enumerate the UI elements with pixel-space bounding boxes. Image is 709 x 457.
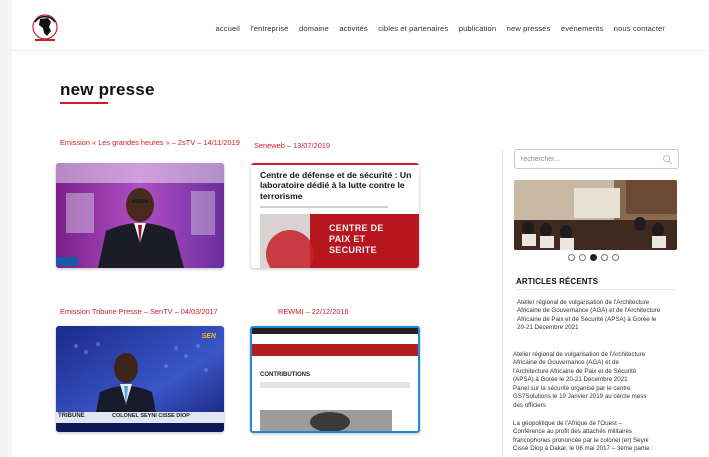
site-menubar: [252, 344, 418, 356]
lower-third-ticker: COLONEL SEYNI CISSE DIOP: [112, 413, 190, 419]
card-caption-2stv[interactable]: Emission « Les grandes heures » – 2sTV –…: [60, 138, 240, 147]
sign-text: CENTRE DE PAIX ET SECURITE: [329, 223, 419, 256]
nav-activites[interactable]: activités: [339, 24, 367, 33]
recent-article-1[interactable]: Atelier régional de vulgarisation de l'A…: [517, 299, 687, 333]
nav-evenements[interactable]: evenements: [561, 24, 603, 33]
article-thumbnail-rewmi[interactable]: CONTRIBUTIONS: [250, 326, 420, 433]
recent-article-1-line-2: Africaine de Gouvernance (AGA) et de l'A…: [517, 307, 661, 315]
video-thumbnail-2stv[interactable]: [56, 163, 224, 268]
recent-article-1-line-4: 20-21 Décembre 2021: [517, 324, 579, 332]
header-divider: [12, 50, 709, 51]
sidebar-divider: [502, 150, 503, 457]
site-logo[interactable]: [29, 13, 69, 45]
article-headline: Centre de défense et de sécurité : Un la…: [260, 170, 412, 201]
lower-third-label: TRIBUNE: [58, 413, 85, 419]
nav-entreprise[interactable]: l'entreprise: [250, 24, 288, 33]
nav-publication[interactable]: publication: [459, 24, 496, 33]
search-input[interactable]: [521, 153, 656, 166]
search-icon[interactable]: [662, 154, 673, 165]
sign-line-3: SECURITE: [329, 245, 377, 255]
nav-nous-contacter[interactable]: nous contacter: [614, 24, 665, 33]
article-thumbnail-seneweb[interactable]: Centre de défense et de sécurité : Un la…: [251, 163, 419, 268]
slider-dots: [568, 254, 619, 261]
section-heading: CONTRIBUTIONS: [260, 372, 310, 378]
recent-article-2-line-3: l'Architecture Africaine de Paix et de S…: [513, 367, 637, 375]
recent-article-3[interactable]: Panel sur la sécurité organisé par le ce…: [513, 385, 683, 410]
recent-article-2-line-1: Atelier régional de vulgarisation de l'A…: [513, 351, 646, 358]
recent-articles-heading: ARTICLES RÉCENTS: [516, 277, 599, 286]
card-caption-sentv[interactable]: Emission Tribune Presse – SenTV – 04/03/…: [60, 307, 218, 316]
byline-line: [260, 206, 388, 208]
image-slider[interactable]: [514, 180, 677, 250]
nav-new-presses[interactable]: new presses: [507, 24, 551, 33]
slider-dot-5[interactable]: [612, 254, 619, 261]
page-title: new presse: [60, 80, 155, 99]
recent-article-1-line-1: Atelier régional de vulgarisation de l'A…: [517, 299, 650, 306]
slider-dot-4[interactable]: [601, 254, 608, 261]
site-header: accueil l'entreprise domaine activités c…: [12, 0, 709, 50]
slider-dot-1[interactable]: [568, 254, 575, 261]
card-caption-rewmi[interactable]: REWMI – 22/12/2016: [278, 307, 349, 316]
main-nav: accueil l'entreprise domaine activités c…: [205, 24, 665, 33]
africa-logo-icon: [32, 14, 58, 41]
recent-article-2[interactable]: Atelier régional de vulgarisation de l'A…: [513, 351, 683, 385]
thumb-top-bar: [251, 163, 419, 165]
nav-cibles-partenaires[interactable]: cibles et partenaires: [378, 24, 448, 33]
sign-line-2: PAIX ET: [329, 234, 366, 244]
recent-article-4[interactable]: La géopolitique de l'Afrique de l'Ouest …: [513, 420, 683, 454]
recent-article-4-line-3: francophones prononcée par le colonel (e…: [513, 436, 649, 444]
article-title-bar: [260, 382, 410, 388]
site-topbar: [252, 328, 418, 334]
recent-article-2-line-2: Africaine de Gouvernance (AGA) et de: [513, 359, 619, 367]
recent-article-4-line-4: Cissé Diop à Dakar, le 06 mai 2017 – 3èm…: [513, 445, 653, 453]
recent-article-4-line-2: Conférence au profit des attachés milita…: [513, 428, 632, 436]
page: accueil l'entreprise domaine activités c…: [12, 0, 709, 457]
recent-article-1-line-3: Africaine de Paix et de Sécurité (APSA) …: [517, 315, 657, 323]
channel-logo: SEN: [201, 333, 216, 340]
nav-domaine[interactable]: domaine: [299, 24, 329, 33]
slider-dot-3[interactable]: [590, 254, 597, 261]
sign-line-1: CENTRE DE: [329, 223, 384, 233]
search-box: [514, 149, 679, 169]
recent-article-3-line-2: GS7Solutions le 19 Janvier 2019 au cercl…: [513, 393, 647, 401]
recent-heading-rule: [516, 289, 676, 290]
recent-article-3-line-1: Panel sur la sécurité organisé par le ce…: [513, 385, 631, 392]
nav-accueil[interactable]: accueil: [216, 24, 240, 33]
recent-article-4-line-1: La géopolitique de l'Afrique de l'Ouest …: [513, 420, 623, 427]
card-caption-seneweb[interactable]: Seneweb – 13/07/2019: [254, 141, 330, 150]
recent-article-3-line-3: des officiers: [513, 401, 546, 409]
recent-article-2-line-4: (APSA) à Gorée le 20-21 Décembre 2021: [513, 376, 628, 384]
slider-dot-2[interactable]: [579, 254, 586, 261]
title-underline: [60, 102, 108, 104]
video-thumbnail-sentv[interactable]: SEN TRIBUNE COLONEL SEYNI CISSE DIOP: [56, 326, 224, 432]
